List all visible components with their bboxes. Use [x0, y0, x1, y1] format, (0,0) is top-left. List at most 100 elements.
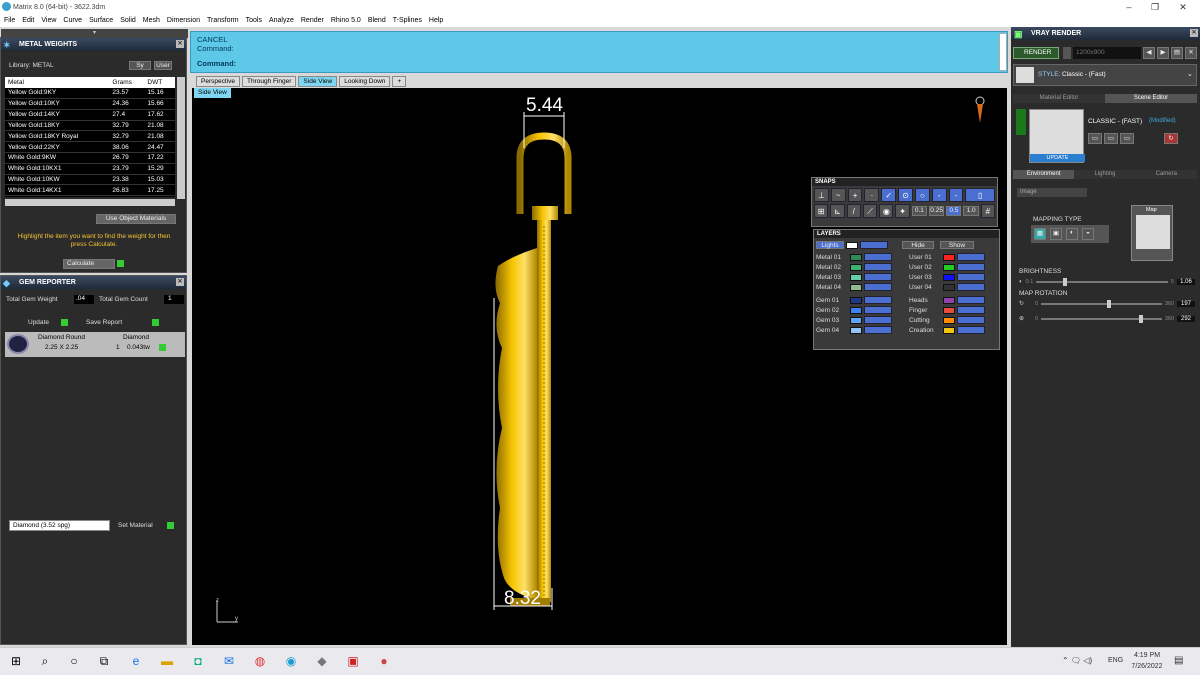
render-light-icon[interactable] — [975, 96, 985, 124]
layer-row[interactable]: User 04 — [909, 282, 999, 292]
layer-controls[interactable] — [957, 273, 985, 281]
play-icon[interactable] — [117, 260, 124, 267]
layer-color[interactable] — [943, 296, 955, 304]
layer-color[interactable] — [850, 283, 862, 291]
task-view-icon[interactable]: ⧉ — [96, 653, 112, 669]
hide-button[interactable]: Hide — [902, 241, 934, 249]
close-icon[interactable]: ✕ — [1185, 47, 1197, 59]
layer-row[interactable]: Heads — [909, 295, 999, 305]
layer-row[interactable]: Gem 02 — [816, 305, 906, 315]
layer-color[interactable] — [850, 306, 862, 314]
menu-edit[interactable]: Edit — [22, 17, 34, 24]
slider-thumb[interactable] — [1062, 277, 1067, 286]
next-icon[interactable]: ▶ — [1157, 47, 1169, 59]
play-icon[interactable] — [61, 319, 68, 326]
add-tab-button[interactable]: + — [392, 76, 407, 87]
edge-icon[interactable]: e — [128, 653, 144, 669]
snap-line-icon[interactable]: / — [846, 204, 861, 218]
snap-point-icon[interactable]: · — [864, 188, 880, 202]
matrix-icon[interactable]: ▣ — [345, 653, 361, 669]
layer-color[interactable] — [943, 326, 955, 334]
snap-plane-icon[interactable]: ⊞ — [814, 204, 829, 218]
mapping-sphere-icon[interactable]: ◐ — [1066, 228, 1078, 240]
layer-color[interactable] — [850, 273, 862, 281]
snap-quad-icon[interactable]: ○ — [914, 188, 930, 202]
rotation-slider-2[interactable]: ⊕ 0 360 292 — [1019, 314, 1195, 323]
layer-row[interactable]: Metal 04 — [816, 282, 906, 292]
app-icon[interactable]: ◉ — [283, 653, 299, 669]
layer-controls[interactable] — [864, 316, 892, 324]
col-dwt[interactable]: DWT — [144, 77, 175, 88]
menu-help[interactable]: Help — [429, 17, 443, 24]
snap-end-icon[interactable]: ⊥ — [814, 188, 829, 202]
use-object-materials-checkbox[interactable]: Use Object Materials — [96, 214, 176, 224]
language-indicator[interactable]: ENG — [1108, 657, 1123, 664]
tab-material-editor[interactable]: Material Editor — [1013, 94, 1105, 103]
layer-row[interactable]: Gem 04 — [816, 325, 906, 335]
layer-color[interactable] — [943, 316, 955, 324]
layer-controls[interactable] — [864, 273, 892, 281]
search-icon[interactable]: ⌕ — [37, 653, 53, 669]
menu-dimension[interactable]: Dimension — [167, 17, 200, 24]
command-scrollbar[interactable] — [999, 33, 1007, 71]
snap-value-0-5[interactable]: 0.5 — [946, 206, 962, 216]
save-icon[interactable]: ▭ — [1088, 133, 1102, 144]
folder-icon[interactable]: ▭ — [1104, 133, 1118, 144]
tab-environment[interactable]: Environment — [1013, 170, 1075, 179]
file-explorer-icon[interactable]: ▬ — [159, 653, 175, 669]
menu-transform[interactable]: Transform — [207, 17, 239, 24]
col-metal[interactable]: Metal — [5, 77, 110, 88]
layer-row[interactable]: User 03 — [909, 272, 999, 282]
menu-view[interactable]: View — [41, 17, 56, 24]
render-region-icon[interactable] — [1063, 47, 1071, 59]
render-app-icon[interactable]: ● — [376, 653, 392, 669]
play-icon[interactable] — [167, 522, 174, 529]
layer-controls[interactable] — [864, 306, 892, 314]
lights-controls[interactable] — [860, 241, 888, 249]
snap-value-0-25[interactable]: 0.25 — [929, 206, 945, 216]
snap-value-1-0[interactable]: 1.0 — [963, 206, 979, 216]
layer-color[interactable] — [943, 283, 955, 291]
save-report-button[interactable]: Save Report — [86, 319, 122, 326]
table-row[interactable]: Yellow Gold:18KY 32.79 21.08 — [5, 120, 175, 132]
slider-track[interactable] — [1041, 299, 1162, 308]
clock-time[interactable]: 4:19 PM — [1132, 652, 1162, 659]
snap-eye-icon[interactable]: ◉ — [879, 204, 894, 218]
command-input[interactable]: Command: — [191, 59, 1007, 68]
system-toggle[interactable]: Sy — [129, 61, 151, 70]
material-select[interactable]: Diamond (3.52 spg) — [9, 520, 110, 531]
tab-through-finger[interactable]: Through Finger — [241, 76, 297, 87]
resolution-field[interactable]: 1200x900 — [1073, 47, 1141, 59]
rotation-1-value[interactable]: 197 — [1177, 300, 1195, 307]
maximize-button[interactable]: ❐ — [1144, 0, 1166, 14]
lights-swatch[interactable] — [846, 241, 858, 249]
close-button[interactable]: ✕ — [1172, 0, 1194, 14]
snap-grid2-icon[interactable]: # — [980, 204, 996, 218]
tab-scene-editor[interactable]: Scene Editor — [1105, 94, 1197, 103]
rhino-icon[interactable]: ◆ — [314, 653, 330, 669]
menu-analyze[interactable]: Analyze — [269, 17, 294, 24]
layer-controls[interactable] — [957, 283, 985, 291]
render-button[interactable]: RENDER — [1013, 47, 1059, 59]
preset-preview[interactable]: UPDATE — [1029, 109, 1085, 163]
horizontal-scrollbar[interactable] — [5, 199, 175, 206]
layer-color[interactable] — [943, 253, 955, 261]
layer-controls[interactable] — [957, 326, 985, 334]
command-area[interactable]: CANCEL Command: Command: — [190, 31, 1008, 73]
table-row[interactable]: Yellow Gold:9KY 23.57 15.16 — [5, 87, 175, 100]
mapping-dome-icon[interactable]: ◒ — [1082, 228, 1094, 240]
layer-row[interactable]: Metal 01 — [816, 252, 906, 262]
slider-track[interactable] — [1041, 314, 1162, 323]
viewport[interactable]: Side View 5.44 8.32 z y SNAPS ⊥ ~ + · ✓ … — [192, 88, 1007, 645]
layer-controls[interactable] — [864, 326, 892, 334]
rotation-slider-1[interactable]: ↻ 0 360 197 — [1019, 299, 1195, 308]
table-row[interactable]: White Gold:10KX1 23.79 15.29 — [5, 163, 175, 175]
snap-value-0-1[interactable]: 0.1 — [911, 206, 928, 216]
table-row[interactable]: White Gold:14KX1 26.83 17.25 — [5, 184, 175, 197]
layer-color[interactable] — [850, 316, 862, 324]
mapping-cube-icon[interactable]: ▣ — [1050, 228, 1062, 240]
snap-grid-icon[interactable]: + — [847, 188, 863, 202]
menu-render[interactable]: Render — [301, 17, 324, 24]
menu-file[interactable]: File — [4, 17, 15, 24]
tab-perspective[interactable]: Perspective — [196, 76, 240, 87]
